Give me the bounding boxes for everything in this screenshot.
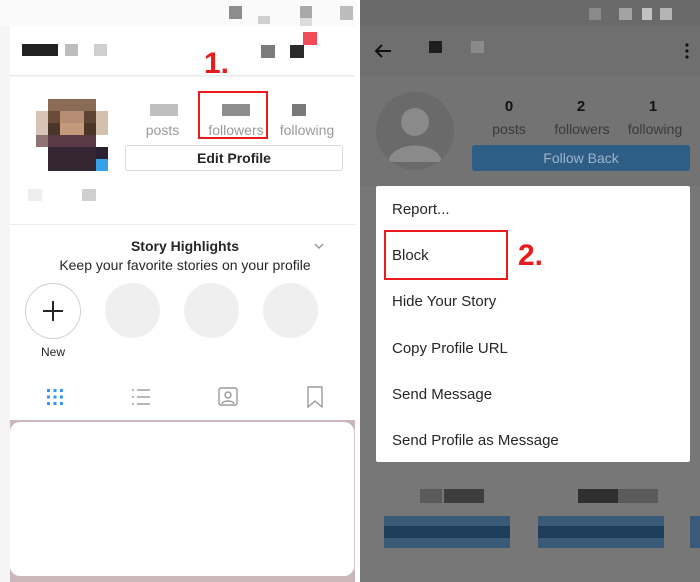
- status-bar: [360, 0, 700, 26]
- status-bar: [0, 0, 360, 26]
- profile-top-bar: [10, 26, 360, 76]
- highlight-placeholder: [263, 283, 318, 338]
- new-highlight-label: New: [40, 345, 65, 359]
- follow-back-button[interactable]: Follow Back: [472, 145, 690, 171]
- posts-grid: [10, 420, 360, 582]
- grid-view-icon[interactable]: [46, 388, 64, 406]
- highlight-placeholder: [184, 283, 239, 338]
- following-label[interactable]: following: [620, 121, 690, 137]
- chevron-down-icon[interactable]: [313, 242, 325, 250]
- comparison-screenshot: posts followers following 1. Edit Profil…: [0, 0, 700, 582]
- more-options-icon[interactable]: [685, 43, 689, 59]
- default-avatar-icon: [388, 108, 442, 162]
- posts-count: [150, 104, 178, 116]
- posts-count: 0: [504, 98, 514, 115]
- username-text: [429, 41, 442, 53]
- saved-bookmark-icon[interactable]: [306, 386, 324, 408]
- post-thumbnail[interactable]: [10, 422, 354, 576]
- panel-divider: [355, 0, 360, 582]
- edit-profile-button[interactable]: Edit Profile: [125, 145, 343, 171]
- followers-label[interactable]: followers: [546, 121, 618, 137]
- posts-label: posts: [492, 121, 526, 137]
- options-menu-dialog: Report... Block Hide Your Story Copy Pro…: [376, 186, 690, 462]
- menu-item-send-profile[interactable]: Send Profile as Message: [392, 432, 559, 449]
- username-text: [22, 44, 58, 56]
- notification-badge: [303, 32, 317, 45]
- highlight-placeholder: [105, 283, 160, 338]
- following-count: 1: [648, 98, 658, 115]
- full-name-text: [28, 189, 42, 201]
- following-label[interactable]: following: [272, 122, 342, 138]
- list-view-icon[interactable]: [131, 387, 151, 407]
- followers-highlight-box: [198, 91, 268, 139]
- plus-icon: [43, 301, 63, 321]
- menu-icon[interactable]: [290, 45, 304, 58]
- step-1-label: 1.: [204, 47, 230, 80]
- other-profile-screen: 0 posts 2 followers 1 following Follow B…: [360, 0, 700, 582]
- profile-top-bar: [360, 26, 700, 76]
- highlights-subtitle: Keep your favorite stories on your profi…: [59, 257, 311, 273]
- menu-item-report[interactable]: Report...: [392, 201, 450, 218]
- story-highlights-section: Story Highlights Keep your favorite stor…: [10, 224, 360, 370]
- step-2-label: 2.: [518, 239, 544, 272]
- own-profile-screen: posts followers following 1. Edit Profil…: [0, 0, 360, 582]
- avatar[interactable]: [376, 92, 454, 170]
- profile-tab-bar: [10, 370, 360, 420]
- menu-item-hide-story[interactable]: Hide Your Story: [392, 293, 496, 310]
- followers-count: 2: [576, 98, 586, 115]
- highlights-title: Story Highlights: [130, 238, 240, 254]
- menu-item-send-message[interactable]: Send Message: [392, 386, 492, 403]
- block-highlight-box: [384, 230, 508, 280]
- following-count: [292, 104, 306, 116]
- profile-header: posts followers following 1. Edit Profil…: [10, 47, 360, 224]
- new-highlight-button[interactable]: [25, 283, 81, 339]
- back-arrow-icon[interactable]: [374, 43, 392, 59]
- new-post-icon[interactable]: [261, 45, 275, 58]
- avatar[interactable]: [36, 99, 108, 171]
- profile-header: 0 posts 2 followers 1 following Follow B…: [360, 76, 700, 186]
- posts-label: posts: [145, 122, 180, 138]
- menu-item-copy-url[interactable]: Copy Profile URL: [392, 340, 508, 357]
- tagged-photos-icon[interactable]: [218, 386, 238, 406]
